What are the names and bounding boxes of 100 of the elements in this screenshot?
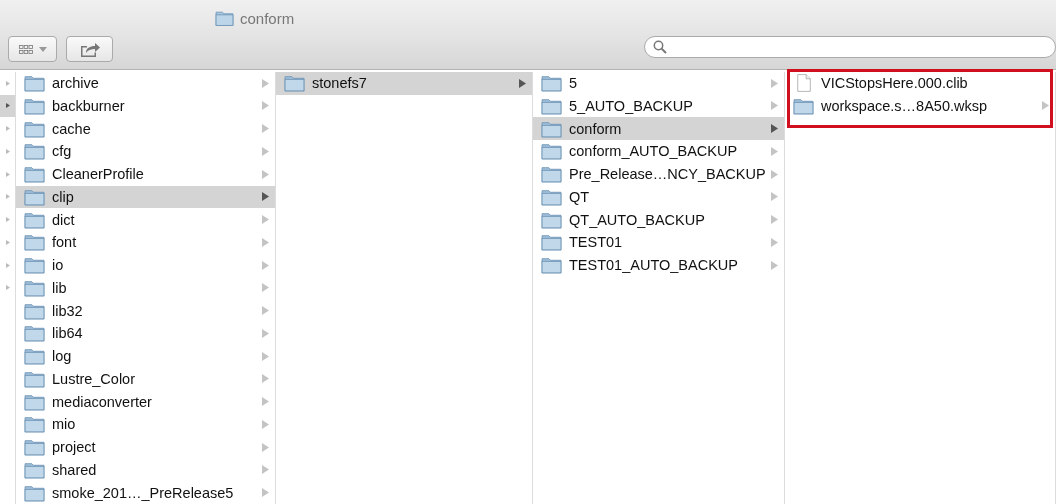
expand-arrow-icon [771,169,778,179]
search-icon [653,40,668,55]
file-list-item[interactable]: VICStopsHere.000.clib [785,71,1055,95]
file-list-item[interactable]: workspace.s…8A50.wksp [785,94,1055,118]
file-list-item[interactable]: QT_AUTO_BACKUP [533,208,784,231]
expand-arrow-icon [771,192,778,202]
file-list-item[interactable]: io [16,253,275,277]
file-list-item[interactable]: conform [533,117,784,140]
folder-icon [24,119,45,138]
folder-icon [24,415,45,434]
folder-icon [24,438,45,457]
expand-arrow-icon [519,78,526,88]
folder-icon [215,10,234,27]
expand-arrow-icon [262,78,269,88]
expand-arrow-icon [262,374,269,384]
file-list-item[interactable]: backburner [16,94,275,118]
expand-arrow-icon [262,465,269,475]
folder-icon [24,369,45,388]
file-list-item[interactable]: QT [533,185,784,209]
expand-arrow-icon [771,101,778,111]
expand-arrow-icon [262,215,269,225]
expand-arrow-icon [771,78,778,88]
folder-icon [541,210,562,229]
file-list-item[interactable]: TEST01_AUTO_BACKUP [533,253,784,277]
file-list-item[interactable]: font [16,231,275,254]
file-list-item[interactable]: mediaconverter [16,390,275,413]
file-list-item[interactable]: 5_AUTO_BACKUP [533,94,784,118]
expand-arrow-icon [771,146,778,156]
folder-icon [793,96,814,115]
file-list-item[interactable]: mio [16,413,275,436]
folder-icon [24,142,45,161]
file-list-item[interactable]: smoke_201…_PreRelease5 [16,481,275,504]
view-options-button[interactable] [8,36,58,63]
file-list-item[interactable]: shared [16,458,275,482]
folder-icon [24,187,45,206]
expand-arrow-icon [262,328,269,338]
file-list-item[interactable]: conform_AUTO_BACKUP [533,140,784,163]
folder-icon [541,142,562,161]
folder-icon [24,460,45,479]
folder-icon [24,278,45,297]
file-list-item[interactable]: lib64 [16,322,275,345]
file-list-item[interactable]: 5 [533,71,784,95]
search-field[interactable] [644,36,1056,59]
folder-icon [24,233,45,252]
expand-arrow-icon [262,306,269,316]
folder-icon [24,96,45,115]
expand-arrow-icon [771,215,778,225]
share-icon [79,41,100,57]
folder-icon [24,165,45,184]
expand-arrow-icon [1042,101,1049,111]
expand-arrow-icon [771,124,778,134]
expand-arrow-icon [262,192,269,202]
file-list-item[interactable]: archive [16,71,275,95]
folder-icon [284,74,305,93]
expand-arrow-icon [262,169,269,179]
file-list-item[interactable]: log [16,344,275,368]
grid-icon [18,44,33,54]
file-list-item[interactable]: stonefs7 [276,71,532,95]
expand-arrow-icon [771,237,778,247]
file-list-item[interactable]: Pre_Release…NCY_BACKUP [533,162,784,186]
file-list-item[interactable]: lib [16,276,275,300]
file-list-item[interactable]: cache [16,117,275,140]
expand-arrow-icon [262,283,269,293]
folder-icon [24,301,45,320]
window-title: conform [240,9,295,27]
file-list-item[interactable]: dict [16,208,275,231]
expand-arrow-icon [262,124,269,134]
folder-icon [541,187,562,206]
file-list-item[interactable]: cfg [16,140,275,163]
folder-icon [24,483,45,502]
folder-icon [24,256,45,275]
folder-icon [541,74,562,93]
folder-icon [541,233,562,252]
file-list-item[interactable]: lib32 [16,299,275,322]
folder-icon [541,119,562,138]
expand-arrow-icon [262,397,269,407]
expand-arrow-icon[interactable] [5,103,10,109]
folder-icon [541,96,562,115]
file-list-item[interactable]: project [16,435,275,459]
folder-icon [24,392,45,411]
folder-icon [541,165,562,184]
expand-arrow-icon [262,260,269,270]
expand-arrow-icon [262,351,269,361]
expand-arrow-icon [771,260,778,270]
file-list-item[interactable]: clip [16,185,275,209]
expand-arrow-icon [262,442,269,452]
folder-icon [24,74,45,93]
folder-icon [541,256,562,275]
caret-icon [38,46,47,52]
share-button[interactable] [66,36,114,63]
file-list-item[interactable]: Lustre_Color [16,367,275,391]
folder-icon [24,324,45,343]
expand-arrow-icon [262,101,269,111]
file-list-item[interactable]: CleanerProfile [16,162,275,186]
file-list-item[interactable]: TEST01 [533,231,784,254]
expand-arrow-icon [262,237,269,247]
expand-arrow-icon [262,488,269,498]
expand-arrow-icon [262,146,269,156]
expand-arrow-icon [262,419,269,429]
folder-icon [24,210,45,229]
